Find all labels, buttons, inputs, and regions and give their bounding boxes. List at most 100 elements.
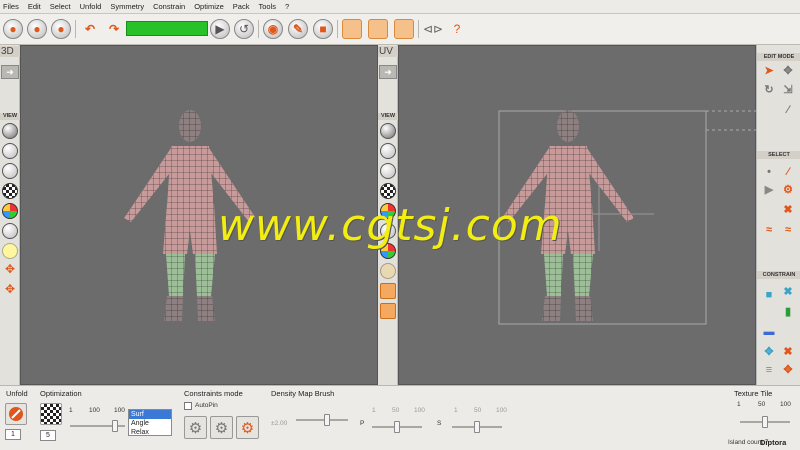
right-tool-panel: EDIT MODE ➤ ✥ ↻ ⇲ ∕ SELECT • ∕ ▶ ⚙ ✖ ≈ ≈…: [756, 45, 800, 385]
scale-icon[interactable]: ⇲: [781, 83, 795, 97]
p-tick-3: 100: [414, 407, 425, 414]
density-slider[interactable]: [296, 414, 348, 426]
free-icon[interactable]: ✖: [781, 345, 795, 359]
tile-tick-2: 50: [758, 401, 766, 408]
optimization-iterations[interactable]: 5: [40, 430, 56, 441]
p-slider-knob[interactable]: [394, 421, 400, 433]
stack-icon[interactable]: ≡: [762, 363, 776, 377]
light-bulb-icon[interactable]: [2, 243, 18, 259]
menu-optimize[interactable]: Optimize: [194, 2, 224, 11]
translate-icon[interactable]: ✥: [781, 64, 795, 78]
optimization-method-list[interactable]: Surf Angle Relax: [128, 409, 172, 436]
select-loop-icon[interactable]: ≈: [762, 223, 776, 237]
uv-shaded-sphere-icon[interactable]: [380, 123, 396, 139]
menu-symmetry[interactable]: Symmetry: [110, 2, 144, 11]
method-surf[interactable]: Surf: [129, 410, 171, 419]
unpin-icon[interactable]: ✖: [781, 285, 795, 299]
wire-sphere-2-icon[interactable]: [2, 163, 18, 179]
wire-sphere-icon[interactable]: [2, 143, 18, 159]
visibility-icon[interactable]: [2, 223, 18, 239]
pack-icon[interactable]: [342, 19, 362, 39]
method-angle[interactable]: Angle: [129, 419, 171, 428]
view-header: VIEW: [0, 113, 20, 120]
density-slider-knob[interactable]: [324, 414, 330, 426]
uv-rotate-icon[interactable]: [380, 263, 396, 279]
uv-wire-sphere-icon[interactable]: [380, 143, 396, 159]
undo-icon[interactable]: ↶: [80, 19, 100, 39]
opt-tick-3: 100: [114, 407, 125, 414]
method-relax[interactable]: Relax: [129, 428, 171, 435]
redo-icon[interactable]: ↷: [104, 19, 124, 39]
p-tick-2: 50: [392, 407, 400, 414]
select-face-icon[interactable]: ▶: [762, 183, 776, 197]
rotate-icon[interactable]: ↻: [762, 83, 776, 97]
optimize-tool-icon[interactable]: ●: [27, 19, 47, 39]
move-2-icon[interactable]: ✥: [2, 281, 18, 297]
menu-select[interactable]: Select: [50, 2, 71, 11]
s-slider[interactable]: [452, 421, 502, 433]
seam-tool-icon[interactable]: ✎: [288, 19, 308, 39]
s-slider-knob[interactable]: [474, 421, 480, 433]
p-slider[interactable]: [372, 421, 422, 433]
align-horizontal-icon[interactable]: ▬: [762, 325, 776, 339]
constraint-gear-3-icon[interactable]: ⚙: [236, 416, 259, 439]
reset-icon[interactable]: ↺: [234, 19, 254, 39]
help-icon[interactable]: ?: [447, 19, 467, 39]
move-icon[interactable]: ✥: [2, 261, 18, 277]
pack-add-icon[interactable]: [368, 19, 388, 39]
straighten-icon[interactable]: ✥: [762, 345, 776, 359]
autopin-checkbox[interactable]: [184, 402, 192, 410]
select-ring-icon[interactable]: ≈: [781, 223, 795, 237]
uv-tile-icon[interactable]: [380, 303, 396, 319]
optimization-slider[interactable]: [70, 420, 125, 432]
pack-check-icon[interactable]: [394, 19, 414, 39]
uv-wire-sphere-2-icon[interactable]: [380, 163, 396, 179]
lock-icon[interactable]: ▮: [781, 305, 795, 319]
menu-bar: Files Edit Select Unfold Symmetry Constrain Op…: [0, 0, 800, 14]
s-tick-3: 100: [496, 407, 507, 414]
unfold-tool-icon[interactable]: ●: [3, 19, 23, 39]
color-map-icon[interactable]: [2, 203, 18, 219]
unfold-iterations[interactable]: 1: [5, 429, 21, 440]
watermark: www.cgtsj.com: [218, 200, 563, 251]
select-island-icon[interactable]: ⚙: [781, 183, 795, 197]
menu-help[interactable]: ?: [285, 2, 289, 11]
opt-tick-2: 100: [89, 407, 100, 414]
menu-edit[interactable]: Edit: [28, 2, 41, 11]
menu-files[interactable]: Files: [3, 2, 19, 11]
menu-tools[interactable]: Tools: [258, 2, 276, 11]
constraint-gear-1-icon[interactable]: ⚙: [184, 416, 207, 439]
expand-arrow-icon[interactable]: ➜: [1, 65, 19, 79]
shaded-sphere-icon[interactable]: [2, 123, 18, 139]
p-tick-1: 1: [372, 407, 376, 414]
uv-view-header: VIEW: [378, 113, 398, 120]
mirror-icon[interactable]: ⊲⊳: [423, 19, 443, 39]
select-edge-icon[interactable]: ∕: [781, 165, 795, 179]
menu-unfold[interactable]: Unfold: [80, 2, 102, 11]
checker-icon[interactable]: [2, 183, 18, 199]
play-icon[interactable]: ▶: [210, 19, 230, 39]
select-arrow-icon[interactable]: ➤: [762, 64, 776, 78]
stop-icon[interactable]: ■: [313, 19, 333, 39]
texture-tile-knob[interactable]: [762, 416, 768, 428]
uv-grid-icon[interactable]: [380, 283, 396, 299]
select-header: SELECT: [757, 151, 800, 159]
constraint-gear-2-icon[interactable]: ⚙: [210, 416, 233, 439]
opt-tick-1: 1: [69, 407, 73, 414]
brush-icon[interactable]: ∕: [781, 103, 795, 117]
uv-checker-icon[interactable]: [380, 183, 396, 199]
select-vertex-icon[interactable]: •: [762, 165, 776, 179]
snapshot-icon[interactable]: ◉: [263, 19, 283, 39]
uv-expand-arrow-icon[interactable]: ➜: [379, 65, 397, 79]
snap-icon[interactable]: ✥: [781, 363, 795, 377]
relax-tool-icon[interactable]: ●: [51, 19, 71, 39]
pin-icon[interactable]: ■: [762, 288, 776, 302]
menu-pack[interactable]: Pack: [233, 2, 250, 11]
optimization-slider-knob[interactable]: [112, 420, 119, 432]
texture-tile-slider[interactable]: [740, 416, 790, 428]
menu-constrain[interactable]: Constrain: [153, 2, 185, 11]
checker-button[interactable]: [40, 403, 62, 425]
tile-tick-3: 100: [780, 401, 791, 408]
unfold-button[interactable]: [5, 403, 27, 425]
clear-selection-icon[interactable]: ✖: [781, 203, 795, 217]
